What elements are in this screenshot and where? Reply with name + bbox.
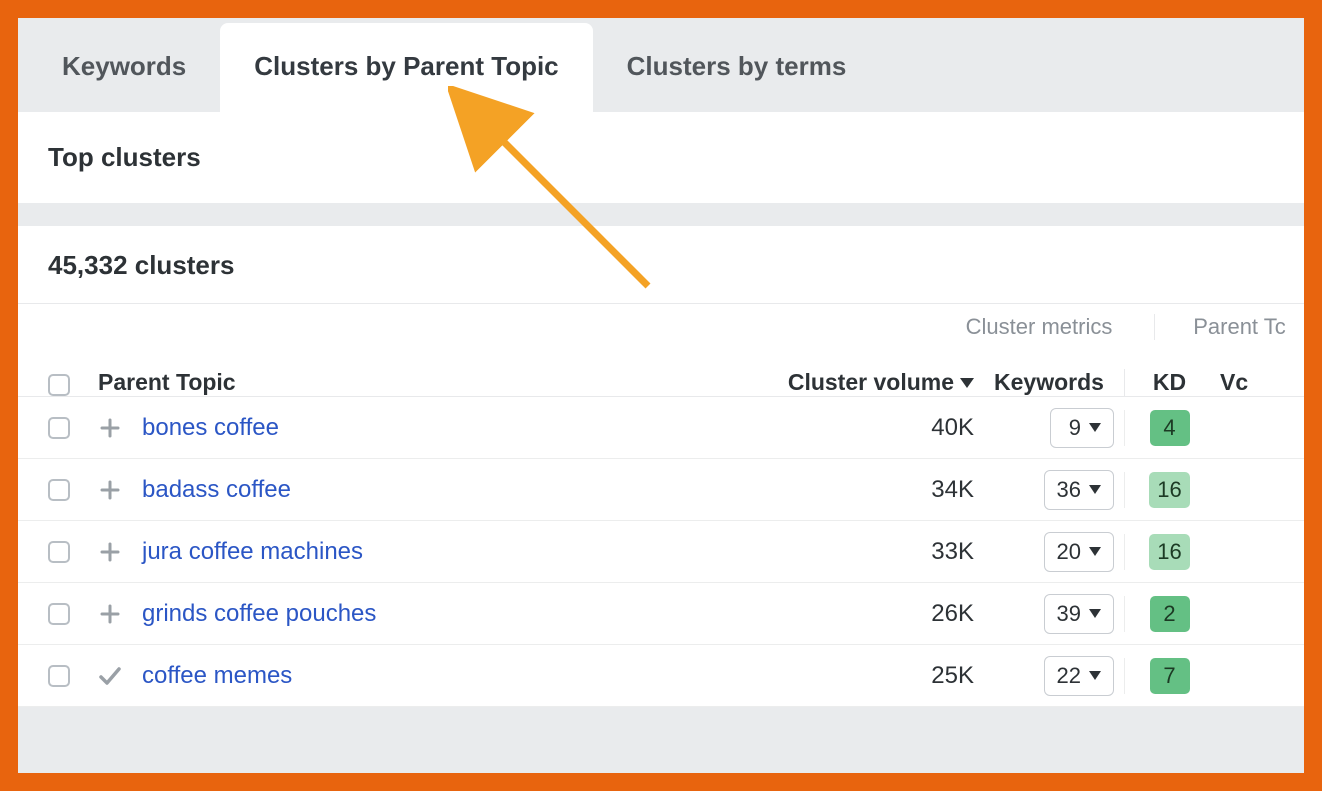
header-cluster-volume[interactable]: Cluster volume: [744, 369, 974, 396]
section-gap: [18, 204, 1304, 226]
header-volume-truncated[interactable]: Vc: [1214, 369, 1274, 396]
keywords-count-dropdown[interactable]: 22: [1044, 656, 1114, 696]
table-row: grinds coffee pouches 26K 39 2: [18, 583, 1304, 645]
chevron-down-icon: [1089, 547, 1101, 556]
row-keywords-cell: 36: [974, 470, 1124, 510]
chevron-down-icon: [1089, 423, 1101, 432]
keywords-count-dropdown[interactable]: 39: [1044, 594, 1114, 634]
row-topic-cell: grinds coffee pouches: [98, 600, 744, 628]
parent-topic-link[interactable]: badass coffee: [142, 476, 291, 504]
row-kd-cell: 4: [1124, 410, 1214, 446]
plus-icon[interactable]: [98, 416, 122, 440]
kd-badge: 16: [1149, 472, 1189, 508]
keywords-count-dropdown[interactable]: 36: [1044, 470, 1114, 510]
row-cluster-volume: 25K: [744, 662, 974, 690]
row-keywords-cell: 39: [974, 594, 1124, 634]
kd-badge: 16: [1149, 534, 1189, 570]
subheader: Top clusters: [18, 112, 1304, 204]
tab-keywords[interactable]: Keywords: [28, 23, 220, 112]
keywords-count-value: 36: [1057, 477, 1081, 503]
keywords-count-dropdown[interactable]: 9: [1050, 408, 1114, 448]
row-checkbox-cell: [48, 417, 98, 439]
row-cluster-volume: 33K: [744, 538, 974, 566]
chevron-down-icon: [1089, 671, 1101, 680]
table-row: jura coffee machines 33K 20 16: [18, 521, 1304, 583]
tab-clusters-parent-topic[interactable]: Clusters by Parent Topic: [220, 23, 592, 112]
header-keywords[interactable]: Keywords: [974, 369, 1124, 396]
plus-icon[interactable]: [98, 540, 122, 564]
header-checkbox-cell: [48, 374, 98, 396]
chevron-down-icon: [1089, 609, 1101, 618]
sort-desc-icon: [960, 378, 974, 388]
row-topic-cell: coffee memes: [98, 662, 744, 690]
kd-badge: 7: [1150, 658, 1190, 694]
row-topic-cell: jura coffee machines: [98, 538, 744, 566]
row-cluster-volume: 40K: [744, 414, 974, 442]
row-checkbox[interactable]: [48, 603, 70, 625]
table-row: bones coffee 40K 9 4: [18, 397, 1304, 459]
row-kd-cell: 16: [1124, 472, 1214, 508]
check-icon[interactable]: [98, 664, 122, 688]
keywords-count-value: 20: [1057, 539, 1081, 565]
plus-icon[interactable]: [98, 478, 122, 502]
row-kd-cell: 7: [1124, 658, 1214, 694]
row-checkbox-cell: [48, 479, 98, 501]
table-header-row: Cluster metrics Parent Tc Parent Topic C…: [18, 303, 1304, 397]
row-keywords-cell: 20: [974, 532, 1124, 572]
table-row: coffee memes 25K 22 7: [18, 645, 1304, 707]
header-parent-topic[interactable]: Parent Topic: [98, 369, 744, 396]
results-count: 45,332 clusters: [48, 250, 234, 280]
kd-badge: 4: [1150, 410, 1190, 446]
parent-topic-link[interactable]: grinds coffee pouches: [142, 600, 376, 628]
parent-topic-link[interactable]: jura coffee machines: [142, 538, 363, 566]
group-label-parent-topic: Parent Tc: [1154, 314, 1304, 340]
header-kd[interactable]: KD: [1124, 369, 1214, 396]
chevron-down-icon: [1089, 485, 1101, 494]
group-label-cluster-metrics: Cluster metrics: [924, 314, 1154, 340]
parent-topic-link[interactable]: bones coffee: [142, 414, 279, 442]
subheader-title: Top clusters: [48, 142, 1274, 173]
tab-bar: Keywords Clusters by Parent Topic Cluste…: [18, 18, 1304, 112]
keywords-count-value: 39: [1057, 601, 1081, 627]
keywords-count-value: 9: [1069, 415, 1081, 441]
header-cluster-volume-label: Cluster volume: [788, 369, 954, 396]
table-row: badass coffee 34K 36 16: [18, 459, 1304, 521]
tab-clusters-terms[interactable]: Clusters by terms: [593, 23, 881, 112]
row-keywords-cell: 9: [974, 408, 1124, 448]
row-checkbox-cell: [48, 603, 98, 625]
row-topic-cell: bones coffee: [98, 414, 744, 442]
row-topic-cell: badass coffee: [98, 476, 744, 504]
row-kd-cell: 16: [1124, 534, 1214, 570]
row-checkbox-cell: [48, 665, 98, 687]
row-checkbox[interactable]: [48, 479, 70, 501]
keywords-count-value: 22: [1057, 663, 1081, 689]
row-checkbox-cell: [48, 541, 98, 563]
clusters-table: Cluster metrics Parent Tc Parent Topic C…: [18, 303, 1304, 707]
row-cluster-volume: 34K: [744, 476, 974, 504]
kd-badge: 2: [1150, 596, 1190, 632]
parent-topic-link[interactable]: coffee memes: [142, 662, 292, 690]
plus-icon[interactable]: [98, 602, 122, 626]
row-kd-cell: 2: [1124, 596, 1214, 632]
row-keywords-cell: 22: [974, 656, 1124, 696]
results-count-bar: 45,332 clusters: [18, 226, 1304, 303]
row-checkbox[interactable]: [48, 541, 70, 563]
column-group-labels: Cluster metrics Parent Tc: [924, 314, 1304, 340]
app-frame: Keywords Clusters by Parent Topic Cluste…: [18, 18, 1304, 773]
row-checkbox[interactable]: [48, 417, 70, 439]
keywords-count-dropdown[interactable]: 20: [1044, 532, 1114, 572]
select-all-checkbox[interactable]: [48, 374, 70, 396]
row-cluster-volume: 26K: [744, 600, 974, 628]
row-checkbox[interactable]: [48, 665, 70, 687]
